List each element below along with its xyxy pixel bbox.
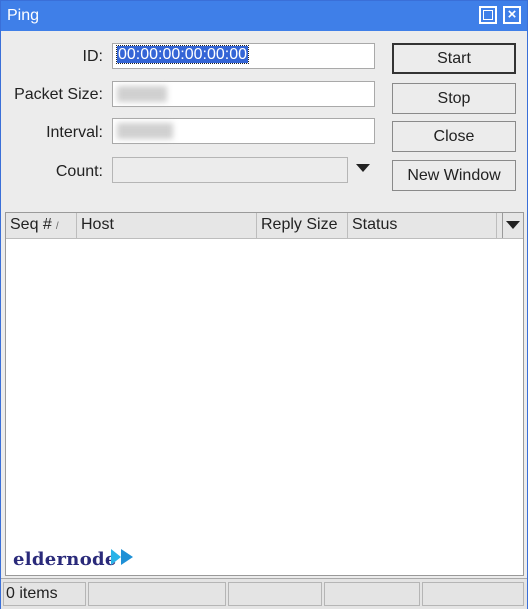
- table-body[interactable]: [6, 239, 523, 575]
- id-label: ID:: [82, 48, 103, 65]
- status-bar: 0 items: [1, 578, 527, 609]
- status-segment: [422, 582, 524, 606]
- sort-indicator: /: [55, 221, 59, 232]
- eldernode-logo: eldernode: [13, 547, 143, 573]
- chevron-down-icon[interactable]: [356, 164, 370, 172]
- count-field[interactable]: [112, 157, 348, 183]
- status-segment: 0 items: [3, 582, 86, 606]
- chevron-down-icon[interactable]: [502, 213, 523, 238]
- close-button[interactable]: Close: [392, 121, 516, 152]
- column-header-seq[interactable]: Seq # /: [6, 213, 77, 238]
- play-icon: [111, 549, 133, 565]
- packet-size-field[interactable]: [112, 81, 375, 107]
- window-title: Ping: [7, 7, 40, 24]
- results-table: Seq # / Host Reply Size Status: [5, 212, 524, 576]
- start-button[interactable]: Start: [392, 43, 516, 74]
- packet-size-label: Packet Size:: [14, 86, 103, 103]
- title-bar[interactable]: Ping ×: [1, 1, 527, 31]
- maximize-icon[interactable]: [479, 6, 497, 24]
- column-header-status[interactable]: Status: [348, 213, 497, 238]
- table-header: Seq # / Host Reply Size Status: [6, 213, 523, 239]
- id-field[interactable]: 00:00:00:00:00:00: [112, 43, 375, 69]
- item-count: 0 items: [6, 585, 58, 602]
- redacted-value: [117, 86, 167, 102]
- close-icon[interactable]: ×: [503, 6, 521, 24]
- column-header-reply-size[interactable]: Reply Size: [257, 213, 348, 238]
- interval-field[interactable]: [112, 118, 375, 144]
- status-segment: [228, 582, 322, 606]
- column-header-host[interactable]: Host: [77, 213, 257, 238]
- new-window-button[interactable]: New Window: [392, 160, 516, 191]
- ping-window: Ping × ID: 00:00:00:00:00:00 Packet Size…: [0, 0, 528, 609]
- interval-label: Interval:: [46, 124, 103, 141]
- count-label: Count:: [55, 163, 103, 180]
- status-segment: [324, 582, 420, 606]
- id-field-value: 00:00:00:00:00:00: [115, 45, 250, 64]
- logo-text: eldernode: [13, 549, 117, 570]
- status-segment: [88, 582, 226, 606]
- stop-button[interactable]: Stop: [392, 83, 516, 114]
- redacted-value: [117, 123, 173, 139]
